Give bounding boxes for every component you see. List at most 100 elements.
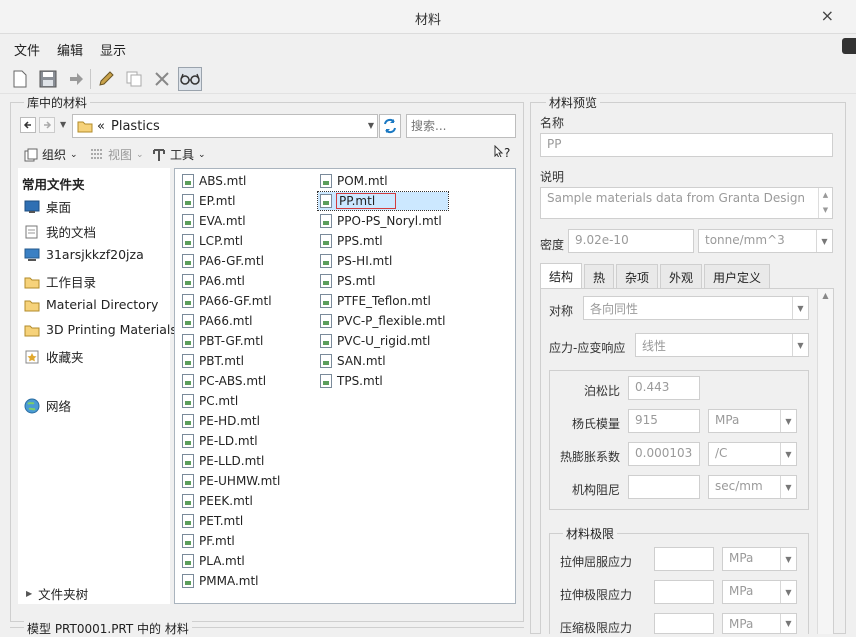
damping-field[interactable]: [628, 475, 700, 499]
new-file-icon[interactable]: [8, 67, 32, 91]
sidebar-item-documents[interactable]: 我的文档: [24, 222, 96, 241]
file-item[interactable]: PE-LLD.mtl: [182, 452, 264, 470]
dropdown-arrow-icon: ▼: [792, 297, 808, 319]
arrow-right-icon[interactable]: [64, 67, 88, 91]
file-item[interactable]: PTFE_Teflon.mtl: [320, 292, 431, 310]
tab-thermal[interactable]: 热: [584, 264, 615, 288]
density-field[interactable]: 9.02e-10: [568, 229, 694, 253]
tab-user-defined[interactable]: 用户定义: [704, 264, 771, 288]
file-item-selected[interactable]: PP.mtl: [317, 191, 449, 211]
tensile-ultimate-field[interactable]: [654, 580, 714, 604]
menu-file[interactable]: 文件: [14, 40, 40, 59]
file-item[interactable]: PVC-P_flexible.mtl: [320, 312, 445, 330]
forward-button[interactable]: [39, 117, 55, 133]
youngs-unit-dropdown[interactable]: MPa ▼: [708, 409, 797, 433]
density-unit-dropdown[interactable]: tonne/mm^3 ▼: [698, 229, 833, 253]
file-item[interactable]: POM.mtl: [320, 172, 388, 190]
description-scrollbar[interactable]: ▲ ▼: [818, 188, 832, 218]
back-button[interactable]: [20, 117, 36, 133]
edit-pencil-icon[interactable]: [94, 67, 118, 91]
file-item[interactable]: PC-ABS.mtl: [182, 372, 266, 390]
path-combobox[interactable]: « Plastics ▼: [72, 114, 378, 138]
help-button[interactable]: ?: [494, 144, 510, 160]
sidebar-item-working-dir[interactable]: 工作目录: [24, 272, 96, 291]
file-item[interactable]: SAN.mtl: [320, 352, 386, 370]
file-item[interactable]: PE-UHMW.mtl: [182, 472, 280, 490]
thermal-expansion-field[interactable]: 0.000103: [628, 442, 700, 466]
tensile-ultimate-label: 拉伸极限应力: [560, 588, 633, 602]
title-bar: 材料 ×: [0, 0, 856, 34]
sidebar-item-3d-printing[interactable]: 3D Printing Materials: [24, 322, 177, 337]
close-button[interactable]: ×: [821, 6, 834, 25]
material-file-icon: [182, 514, 194, 528]
file-item[interactable]: PLA.mtl: [182, 552, 245, 570]
thermal-unit-dropdown[interactable]: /C ▼: [708, 442, 797, 466]
file-item[interactable]: PEEK.mtl: [182, 492, 253, 510]
name-field[interactable]: PP: [540, 133, 833, 157]
save-icon[interactable]: [36, 67, 60, 91]
youngs-modulus-field[interactable]: 915: [628, 409, 700, 433]
symmetry-dropdown[interactable]: 各向同性 ▼: [583, 296, 809, 320]
tensile-yield-field[interactable]: [654, 547, 714, 571]
sidebar-item-favorites[interactable]: 收藏夹: [24, 347, 84, 366]
compressive-ultimate-unit-dropdown[interactable]: MPa ▼: [722, 613, 797, 634]
file-item[interactable]: PPS.mtl: [320, 232, 383, 250]
tensile-ultimate-unit-dropdown[interactable]: MPa ▼: [722, 580, 797, 604]
refresh-button[interactable]: [379, 114, 401, 138]
view-icon: [91, 148, 103, 159]
tab-appearance[interactable]: 外观: [660, 264, 703, 288]
history-dropdown-icon[interactable]: ▼: [60, 120, 66, 129]
file-name: PA6.mtl: [199, 274, 245, 288]
compressive-ultimate-field[interactable]: [654, 613, 714, 634]
menu-view[interactable]: 显示: [100, 40, 126, 59]
file-item[interactable]: PF.mtl: [182, 532, 235, 550]
tab-panel-scrollbar[interactable]: ▲: [817, 289, 833, 634]
organize-button[interactable]: 组织 ⌄: [24, 146, 78, 163]
file-item[interactable]: PE-HD.mtl: [182, 412, 260, 430]
glasses-icon[interactable]: [178, 67, 202, 91]
file-item[interactable]: PA6-GF.mtl: [182, 252, 264, 270]
view-button[interactable]: 视图 ⌄: [90, 146, 144, 163]
scroll-up-icon[interactable]: ▲: [818, 291, 833, 300]
side-widget-icon[interactable]: [842, 38, 856, 54]
file-item[interactable]: PBT.mtl: [182, 352, 244, 370]
menu-edit[interactable]: 编辑: [57, 40, 83, 59]
folder-tree-label: 文件夹树: [38, 587, 89, 602]
sidebar-item-computer[interactable]: 31arsjkkzf20jza: [24, 247, 144, 262]
file-item[interactable]: PS-HI.mtl: [320, 252, 392, 270]
file-item[interactable]: EP.mtl: [182, 192, 236, 210]
file-item[interactable]: EVA.mtl: [182, 212, 246, 230]
sidebar-item-material-directory[interactable]: Material Directory: [24, 297, 158, 312]
file-item[interactable]: LCP.mtl: [182, 232, 243, 250]
delete-icon[interactable]: [150, 67, 174, 91]
copy-icon[interactable]: [122, 67, 146, 91]
file-item[interactable]: PS.mtl: [320, 272, 375, 290]
file-item[interactable]: PA6.mtl: [182, 272, 245, 290]
search-input[interactable]: [406, 114, 516, 138]
sidebar-item-network[interactable]: 网络: [24, 396, 71, 415]
file-item[interactable]: PVC-U_rigid.mtl: [320, 332, 430, 350]
file-item[interactable]: ABS.mtl: [182, 172, 246, 190]
tensile-yield-unit-text: MPa: [729, 551, 754, 565]
damping-unit-dropdown[interactable]: sec/mm ▼: [708, 475, 797, 499]
file-item[interactable]: PET.mtl: [182, 512, 243, 530]
tools-button[interactable]: 工具 ⌄: [152, 146, 206, 163]
file-name: PBT-GF.mtl: [199, 334, 264, 348]
sidebar-item-desktop[interactable]: 桌面: [24, 197, 71, 216]
folder-tree-toggle[interactable]: ▶ 文件夹树: [26, 584, 88, 603]
file-item[interactable]: PMMA.mtl: [182, 572, 258, 590]
stress-strain-dropdown[interactable]: 线性 ▼: [635, 333, 809, 357]
documents-icon: [25, 225, 38, 238]
description-field[interactable]: Sample materials data from Granta Design…: [540, 187, 833, 219]
file-item[interactable]: PPO-PS_Noryl.mtl: [320, 212, 442, 230]
tab-structure[interactable]: 结构: [540, 263, 583, 289]
file-item[interactable]: PBT-GF.mtl: [182, 332, 263, 350]
file-item[interactable]: TPS.mtl: [320, 372, 383, 390]
tab-misc[interactable]: 杂项: [616, 264, 659, 288]
tensile-yield-unit-dropdown[interactable]: MPa ▼: [722, 547, 797, 571]
file-item[interactable]: PA66.mtl: [182, 312, 253, 330]
file-item[interactable]: PE-LD.mtl: [182, 432, 258, 450]
file-item[interactable]: PA66-GF.mtl: [182, 292, 272, 310]
file-item[interactable]: PC.mtl: [182, 392, 238, 410]
poisson-field[interactable]: 0.443: [628, 376, 700, 400]
